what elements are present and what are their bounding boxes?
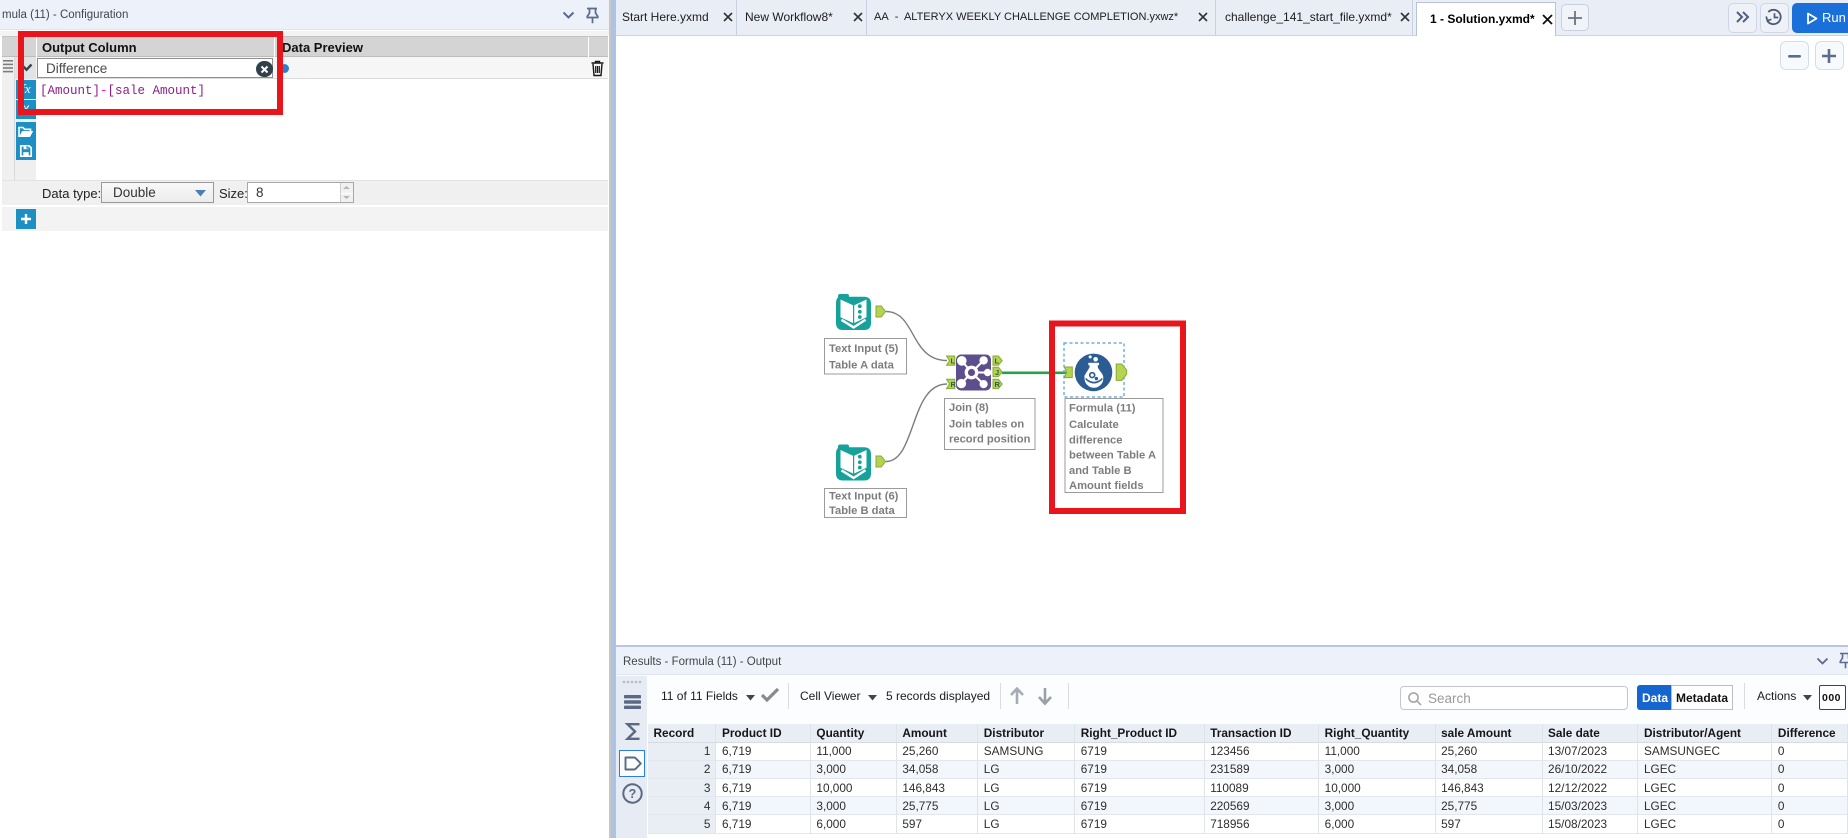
- svg-text:Table A data: Table A data: [829, 360, 895, 372]
- svg-text:L: L: [951, 357, 956, 366]
- svg-text:Text Input (5): Text Input (5): [829, 343, 899, 355]
- svg-text:Join (8): Join (8): [949, 402, 989, 414]
- svg-text:Amount fields: Amount fields: [1069, 480, 1144, 492]
- svg-text:Text Input (6): Text Input (6): [829, 491, 899, 503]
- svg-text:R: R: [995, 380, 1001, 389]
- svg-text:Calculate: Calculate: [1069, 419, 1119, 431]
- svg-text:?: ?: [629, 787, 637, 801]
- svg-text:between Table A: between Table A: [1069, 450, 1156, 462]
- svg-text:Join tables on: Join tables on: [949, 419, 1024, 431]
- svg-text:Formula (11): Formula (11): [1069, 403, 1136, 415]
- svg-text:J: J: [995, 368, 999, 377]
- svg-text:R: R: [951, 380, 957, 389]
- svg-text:and Table B: and Table B: [1069, 465, 1132, 477]
- svg-text:record position: record position: [949, 434, 1031, 446]
- svg-text:difference: difference: [1069, 435, 1122, 447]
- svg-text:Table B data: Table B data: [829, 505, 895, 517]
- svg-text:L: L: [995, 357, 1000, 366]
